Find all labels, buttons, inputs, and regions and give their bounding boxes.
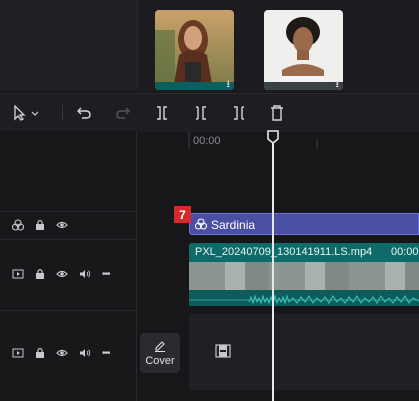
- redo-button[interactable]: [112, 102, 134, 124]
- text-clip-label: Sardinia: [211, 218, 256, 232]
- lock-icon[interactable]: [35, 347, 45, 359]
- text-track-header: [12, 219, 68, 231]
- portrait-image: [155, 10, 234, 90]
- split-left-icon: [196, 106, 206, 120]
- video-clip-filename: PXL_20240709_130141911.LS.mp4: [195, 246, 373, 258]
- video-filmstrip[interactable]: [189, 262, 419, 290]
- eye-icon[interactable]: [56, 220, 68, 230]
- text-clip[interactable]: Sardinia: [189, 213, 419, 235]
- undo-button[interactable]: [73, 102, 95, 124]
- delete-button[interactable]: [267, 102, 287, 124]
- download-icon[interactable]: ⭳: [336, 80, 340, 90]
- cover-label: Cover: [145, 354, 175, 367]
- media-thumbnail-2[interactable]: ⭳: [264, 10, 343, 90]
- download-icon[interactable]: ⭳: [227, 80, 231, 90]
- cursor-icon: [14, 105, 39, 121]
- eye-icon[interactable]: [56, 269, 68, 279]
- speaker-icon[interactable]: [79, 269, 91, 279]
- split-right-button[interactable]: [229, 102, 249, 124]
- media-sidebar: [0, 0, 138, 90]
- compound-clip-icon: [195, 218, 207, 230]
- track-headers: [0, 131, 137, 401]
- pencil-icon: [155, 340, 165, 352]
- video-track-icon: [12, 348, 24, 358]
- compound-clip-icon[interactable]: [12, 219, 24, 231]
- audio-waveform[interactable]: [189, 290, 419, 306]
- playhead-line[interactable]: [272, 140, 274, 401]
- video-clip-timecode: 00:00: [391, 246, 419, 258]
- trash-icon: [271, 105, 283, 121]
- ruler-start-time: 00:00: [193, 135, 221, 147]
- split-button[interactable]: [152, 102, 172, 124]
- lock-icon[interactable]: [35, 219, 45, 231]
- main-track-empty[interactable]: [189, 314, 419, 390]
- video-track-header: •••: [12, 268, 110, 280]
- main-track-header: •••: [12, 347, 110, 359]
- cover-button[interactable]: Cover: [140, 333, 180, 373]
- lock-icon[interactable]: [35, 268, 45, 280]
- speaker-icon[interactable]: [79, 348, 91, 358]
- media-thumbnail-1[interactable]: ⭳: [155, 10, 234, 90]
- video-clip[interactable]: PXL_20240709_130141911.LS.mp4 00:00: [189, 243, 419, 262]
- eye-icon[interactable]: [56, 348, 68, 358]
- redo-icon: [116, 107, 130, 119]
- more-options-icon[interactable]: •••: [102, 348, 110, 359]
- split-right-icon: [234, 106, 244, 120]
- video-track-icon: [12, 269, 24, 279]
- portrait-image: [264, 10, 343, 90]
- playhead-handle[interactable]: [267, 130, 279, 145]
- film-icon: [215, 344, 231, 358]
- more-options-icon[interactable]: •••: [102, 269, 110, 280]
- split-left-button[interactable]: [191, 102, 211, 124]
- step-badge: 7: [174, 206, 191, 223]
- select-tool-button[interactable]: [10, 102, 44, 124]
- timeline-toolbar: [0, 93, 419, 132]
- undo-icon: [77, 107, 91, 119]
- split-icon: [157, 106, 167, 120]
